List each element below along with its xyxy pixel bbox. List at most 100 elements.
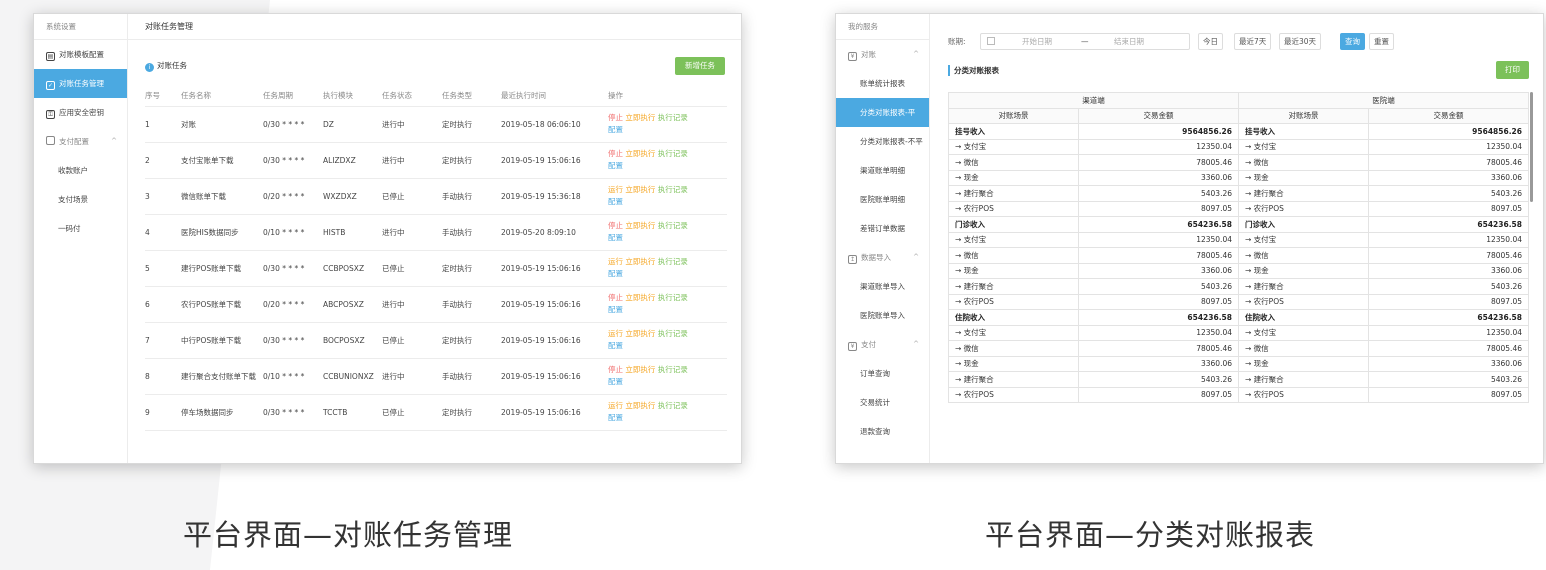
config-link[interactable]: 配置 (608, 161, 623, 170)
sidebar-item-security-key[interactable]: ⚿ 应用安全密钥 (34, 98, 127, 127)
config-link[interactable]: 配置 (608, 413, 623, 422)
execution-log-link[interactable]: 执行记录 (658, 113, 688, 122)
config-link[interactable]: 配置 (608, 125, 623, 134)
sidebar-item-bill-stats[interactable]: 账单统计报表 (836, 69, 929, 98)
execution-log-link[interactable]: 执行记录 (658, 401, 688, 410)
sidebar-item-one-code-pay[interactable]: 一码付 (34, 214, 127, 243)
cell-module: ABCPOSXZ (323, 286, 382, 323)
sidebar-item-channel-import[interactable]: 渠道账单导入 (836, 272, 929, 301)
channel-amount-cell: 78005.46 (1078, 340, 1239, 357)
channel-amount-cell: 654236.58 (1078, 216, 1239, 233)
toggle-run-link[interactable]: 停止 (608, 149, 623, 158)
last-30-days-button[interactable]: 最近30天 (1279, 33, 1322, 50)
run-now-link[interactable]: 立即执行 (625, 257, 655, 266)
sidebar-item-label: 订单查询 (860, 369, 890, 378)
sidebar-item-receiving-account[interactable]: 收款账户 (34, 156, 127, 185)
toggle-run-link[interactable]: 运行 (608, 257, 623, 266)
table-row: 3 微信账单下载 0/20 * * * * WXZDXZ 已停止 手动执行 2019-05-… (145, 178, 727, 215)
run-now-link[interactable]: 立即执行 (625, 185, 655, 194)
query-button[interactable]: 查询 (1340, 33, 1365, 50)
channel-amount-cell: 654236.58 (1078, 309, 1239, 326)
cell-actions: 停止 立即执行 执行记录配置 (608, 106, 727, 143)
reset-button[interactable]: 重置 (1369, 33, 1394, 50)
last-7-days-button[interactable]: 最近7天 (1234, 33, 1272, 50)
print-button[interactable]: 打印 (1496, 61, 1529, 79)
sidebar-item-task-management[interactable]: ✓ 对账任务管理 (34, 69, 127, 98)
toggle-run-link[interactable]: 停止 (608, 113, 623, 122)
execution-log-link[interactable]: 执行记录 (658, 329, 688, 338)
sidebar-item-order-query[interactable]: 订单查询 (836, 359, 929, 388)
execution-log-link[interactable]: 执行记录 (658, 185, 688, 194)
cell-task-name: 对账 (181, 106, 263, 143)
sidebar-group-payment[interactable]: ¥ 支付 ^ (836, 330, 929, 359)
run-now-link[interactable]: 立即执行 (625, 401, 655, 410)
status-badge: 进行中 (382, 106, 442, 143)
hospital-amount-cell: 5403.26 (1368, 278, 1529, 295)
execution-log-link[interactable]: 执行记录 (658, 221, 688, 230)
cell-no: 5 (145, 250, 181, 287)
cell-actions: 停止 立即执行 执行记录配置 (608, 358, 727, 395)
run-now-link[interactable]: 立即执行 (625, 293, 655, 302)
channel-amount-cell: 8097.05 (1078, 386, 1239, 403)
config-link[interactable]: 配置 (608, 233, 623, 242)
run-now-link[interactable]: 立即执行 (625, 113, 655, 122)
execution-log-link[interactable]: 执行记录 (658, 257, 688, 266)
sidebar-group-reconciliation[interactable]: ¥ 对账 ^ (836, 40, 929, 69)
cell-module: BOCPOSXZ (323, 322, 382, 359)
execution-log-link[interactable]: 执行记录 (658, 293, 688, 302)
run-now-link[interactable]: 立即执行 (625, 365, 655, 374)
hospital-scene-cell: → 农行POS (1238, 293, 1369, 310)
status-badge: 进行中 (382, 142, 442, 179)
channel-amount-cell: 3360.06 (1078, 355, 1239, 372)
toggle-run-link[interactable]: 运行 (608, 185, 623, 194)
run-now-link[interactable]: 立即执行 (625, 329, 655, 338)
toggle-run-link[interactable]: 运行 (608, 401, 623, 410)
sidebar-item-template-config[interactable]: ▤ 对账模板配置 (34, 40, 127, 69)
toggle-run-link[interactable]: 停止 (608, 221, 623, 230)
sidebar-item-report-balanced[interactable]: 分类对账报表-平 (836, 98, 929, 127)
channel-amount-cell: 8097.05 (1078, 293, 1239, 310)
config-link[interactable]: 配置 (608, 305, 623, 314)
sidebar-item-hospital-detail[interactable]: 医院账单明细 (836, 185, 929, 214)
toggle-run-link[interactable]: 停止 (608, 365, 623, 374)
sidebar-item-refund-query[interactable]: 退款查询 (836, 417, 929, 446)
today-button[interactable]: 今日 (1198, 33, 1223, 50)
upload-icon: ↥ (848, 255, 857, 264)
table-row: → 支付宝 12350.04 → 支付宝 12350.04 (948, 324, 1529, 341)
config-link[interactable]: 配置 (608, 341, 623, 350)
date-range-picker[interactable]: 开始日期 — 结束日期 (980, 33, 1190, 50)
cell-no: 7 (145, 322, 181, 359)
cell-last-run: 2019-05-20 8:09:10 (501, 214, 608, 251)
sidebar-item-label: 交易统计 (860, 398, 890, 407)
sidebar-item-trade-stats[interactable]: 交易统计 (836, 388, 929, 417)
channel-amount-cell: 78005.46 (1078, 154, 1239, 171)
column-header: 对账场景 (948, 107, 1079, 124)
sidebar-item-label: 渠道账单导入 (860, 282, 905, 291)
toggle-run-link[interactable]: 运行 (608, 329, 623, 338)
table-scrollbar[interactable] (1530, 92, 1533, 202)
sidebar-item-channel-detail[interactable]: 渠道账单明细 (836, 156, 929, 185)
sidebar-group-payment-config[interactable]: 支付配置 ^ (34, 127, 127, 156)
start-date-input[interactable]: 开始日期 (1022, 34, 1052, 49)
hospital-scene-cell: 住院收入 (1238, 309, 1369, 326)
hospital-scene-cell: → 微信 (1238, 247, 1369, 264)
run-now-link[interactable]: 立即执行 (625, 149, 655, 158)
config-link[interactable]: 配置 (608, 197, 623, 206)
section-title: i 对账任务 (145, 60, 187, 72)
add-task-button[interactable]: 新增任务 (675, 57, 725, 75)
cell-cycle: 0/20 * * * * (263, 286, 323, 323)
sidebar-item-report-unbalanced[interactable]: 分类对账报表-不平 (836, 127, 929, 156)
config-link[interactable]: 配置 (608, 269, 623, 278)
column-header: 执行模块 (323, 86, 382, 107)
sidebar-group-data-import[interactable]: ↥ 数据导入 ^ (836, 243, 929, 272)
run-now-link[interactable]: 立即执行 (625, 221, 655, 230)
sidebar-item-error-orders[interactable]: 差错订单数据 (836, 214, 929, 243)
toggle-run-link[interactable]: 停止 (608, 293, 623, 302)
cell-task-name: 农行POS账单下载 (181, 286, 263, 323)
execution-log-link[interactable]: 执行记录 (658, 149, 688, 158)
config-link[interactable]: 配置 (608, 377, 623, 386)
execution-log-link[interactable]: 执行记录 (658, 365, 688, 374)
end-date-input[interactable]: 结束日期 (1114, 34, 1144, 49)
sidebar-item-payment-scene[interactable]: 支付场景 (34, 185, 127, 214)
sidebar-item-hospital-import[interactable]: 医院账单导入 (836, 301, 929, 330)
